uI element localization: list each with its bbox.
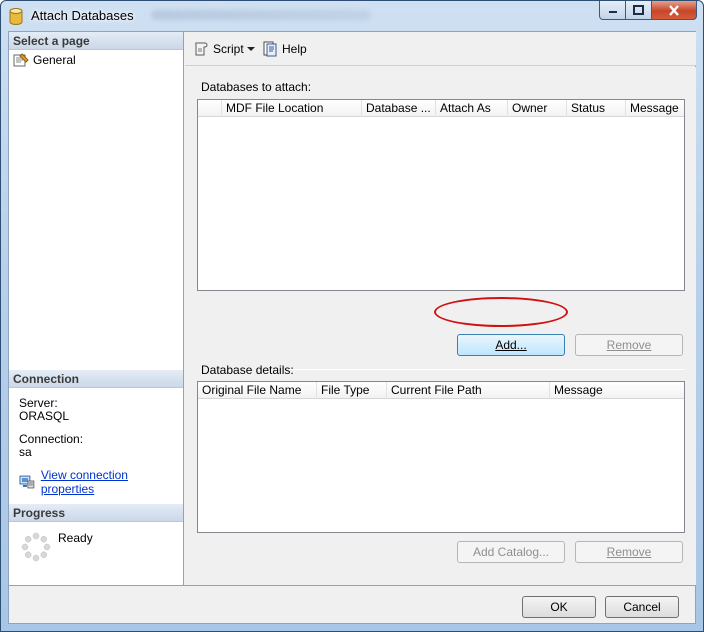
cancel-button[interactable]: Cancel: [605, 596, 679, 618]
column-header[interactable]: File Type: [317, 382, 387, 399]
column-header[interactable]: Message: [626, 100, 684, 117]
close-button[interactable]: [652, 1, 697, 20]
help-button[interactable]: Help: [262, 40, 307, 58]
close-icon: [669, 4, 679, 16]
add-catalog-button[interactable]: Add Catalog...: [457, 541, 565, 563]
page-item-general[interactable]: General: [13, 52, 76, 68]
databases-to-attach-label: Databases to attach:: [201, 80, 312, 94]
attach-grid-header: MDF File Location Database ... Attach As…: [198, 100, 684, 117]
progress-status: Ready: [58, 531, 93, 545]
progress-spinner-icon: [21, 532, 51, 562]
left-pane: Select a page General Connection Server:…: [9, 32, 184, 585]
database-details-label: Database details:: [201, 363, 294, 377]
ok-button-label: OK: [550, 600, 568, 614]
maximize-button[interactable]: [626, 1, 652, 20]
connection-header: Connection: [9, 370, 183, 388]
database-icon: [9, 8, 23, 25]
connection-label: Connection:: [19, 432, 84, 446]
script-icon: [195, 42, 208, 56]
connection-properties-icon: [19, 475, 35, 489]
dialog-footer: OK Cancel: [9, 585, 695, 623]
column-header-selector[interactable]: [198, 100, 222, 117]
ok-button[interactable]: OK: [522, 596, 596, 618]
page-item-label: General: [33, 53, 76, 67]
chevron-down-icon: [247, 47, 255, 51]
remove-details-button[interactable]: Remove: [575, 541, 683, 563]
page-general-icon: [13, 53, 29, 67]
remove-button-label: Remove: [606, 338, 652, 352]
title-redacted-area: [151, 10, 371, 20]
help-icon: [263, 41, 277, 57]
column-header[interactable]: Database ...: [362, 100, 436, 117]
column-header[interactable]: Status: [567, 100, 626, 117]
minimize-button[interactable]: [599, 1, 626, 20]
script-label: Script: [213, 42, 244, 56]
select-page-header: Select a page: [9, 32, 183, 50]
view-connection-properties[interactable]: View connection properties: [19, 468, 183, 496]
group-divider: [289, 369, 685, 370]
connection-value: sa: [19, 445, 32, 459]
cancel-button-label: Cancel: [623, 600, 661, 614]
remove-button-label: Remove: [606, 545, 652, 559]
details-grid-header: Original File Name File Type Current Fil…: [198, 382, 684, 399]
column-header[interactable]: Owner: [508, 100, 567, 117]
column-header[interactable]: Current File Path: [387, 382, 550, 399]
server-value: ORASQL: [19, 409, 70, 423]
remove-attach-button[interactable]: Remove: [575, 334, 683, 356]
add-catalog-button-label: Add Catalog...: [472, 545, 550, 559]
script-dropdown[interactable]: [247, 40, 259, 58]
view-connection-properties-link[interactable]: View connection properties: [41, 468, 183, 496]
dialog-client-area: Select a page General Connection Server:…: [8, 31, 696, 624]
database-details-grid[interactable]: Original File Name File Type Current Fil…: [197, 381, 685, 533]
column-header[interactable]: Original File Name: [198, 382, 317, 399]
add-button-label: Add...: [495, 338, 527, 352]
title-bar[interactable]: Attach Databases: [1, 1, 703, 31]
maximize-icon: [633, 5, 644, 15]
column-header[interactable]: Message: [550, 382, 684, 399]
general-page: Databases to attach: MDF File Location D…: [185, 67, 696, 585]
column-header[interactable]: Attach As: [436, 100, 508, 117]
script-button[interactable]: Script: [193, 40, 244, 58]
window-title: Attach Databases: [31, 8, 134, 23]
progress-header: Progress: [9, 504, 183, 522]
column-header[interactable]: MDF File Location: [222, 100, 362, 117]
add-button[interactable]: Add...: [457, 334, 565, 356]
minimize-icon: [608, 11, 617, 13]
help-label: Help: [282, 42, 307, 56]
toolbar: Script Help: [185, 32, 696, 66]
window-controls: [599, 1, 697, 20]
attach-databases-window: Attach Databases Select a page General C…: [0, 0, 704, 632]
server-label: Server:: [19, 396, 58, 410]
databases-to-attach-grid[interactable]: MDF File Location Database ... Attach As…: [197, 99, 685, 291]
